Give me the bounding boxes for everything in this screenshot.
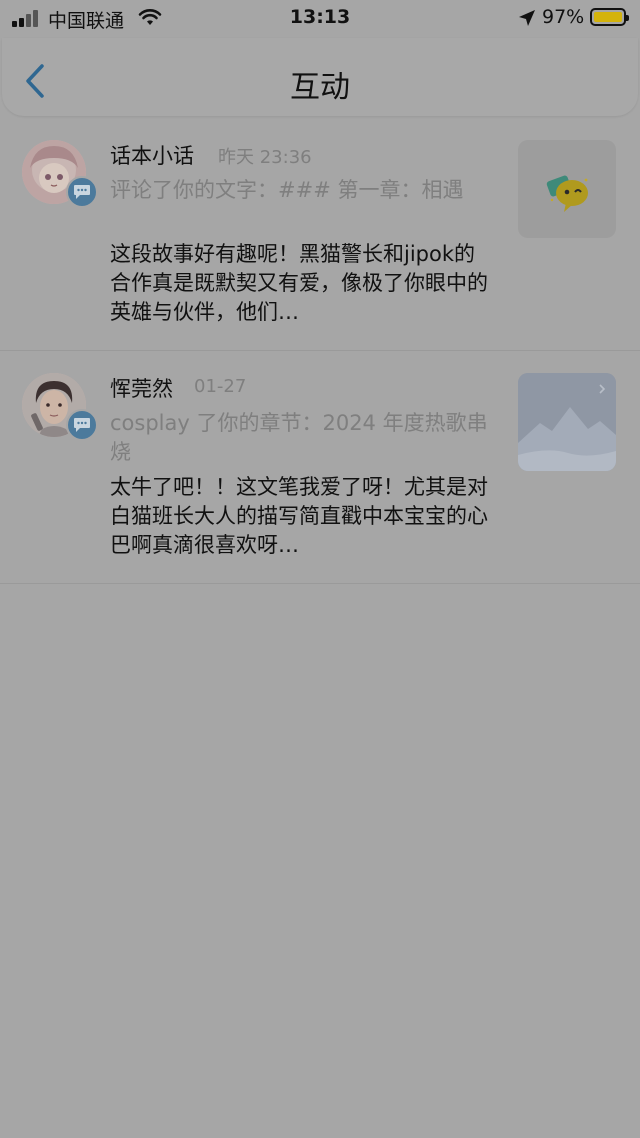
comment-icon: [74, 185, 90, 199]
battery-icon: [590, 8, 629, 26]
battery-level: [594, 12, 622, 22]
page-title: 互动: [290, 70, 350, 105]
location-arrow-icon: [519, 10, 535, 26]
comment-badge: [66, 409, 98, 441]
timestamp: 01-27: [194, 376, 247, 397]
comment-badge: [66, 176, 98, 208]
nav-bar: 互动: [2, 38, 638, 116]
user-name[interactable]: 恽莞然: [110, 373, 173, 403]
comment-content: 这段故事好有趣呢！黑猫警长和jipok的合作真是既默契又有爱，像极了你眼中的英雄…: [110, 242, 488, 324]
comment-content: 太牛了吧！！这文笔我爱了呀！尤其是对白猫班长大人的描写简直戳中本宝宝的心巴啊真滴…: [110, 475, 488, 557]
interaction-list: 话本小话 昨天 23:36 评论了你的文字：### 第一章：相遇 这段故事好有趣…: [0, 118, 640, 584]
mountain-landscape-image: [518, 373, 616, 471]
battery-percent: 97%: [542, 6, 585, 28]
chat-bubble-icon: [546, 175, 588, 212]
action-text: 评论了你的文字：### 第一章：相遇: [110, 178, 464, 202]
list-item[interactable]: 恽莞然 01-27 cosplay 了你的章节：2024 年度热歌串烧 太牛了吧…: [0, 351, 640, 584]
user-name[interactable]: 话本小话: [110, 140, 194, 170]
content-thumbnail[interactable]: [518, 373, 616, 471]
action-text: cosplay 了你的章节：2024 年度热歌串烧: [110, 411, 488, 464]
timestamp: 昨天 23:36: [218, 147, 312, 168]
list-item[interactable]: 话本小话 昨天 23:36 评论了你的文字：### 第一章：相遇 这段故事好有趣…: [0, 118, 640, 351]
comment-icon: [74, 418, 90, 432]
status-bar: 中国联通 13:13 97%: [0, 0, 640, 36]
content-thumbnail[interactable]: [518, 140, 616, 238]
